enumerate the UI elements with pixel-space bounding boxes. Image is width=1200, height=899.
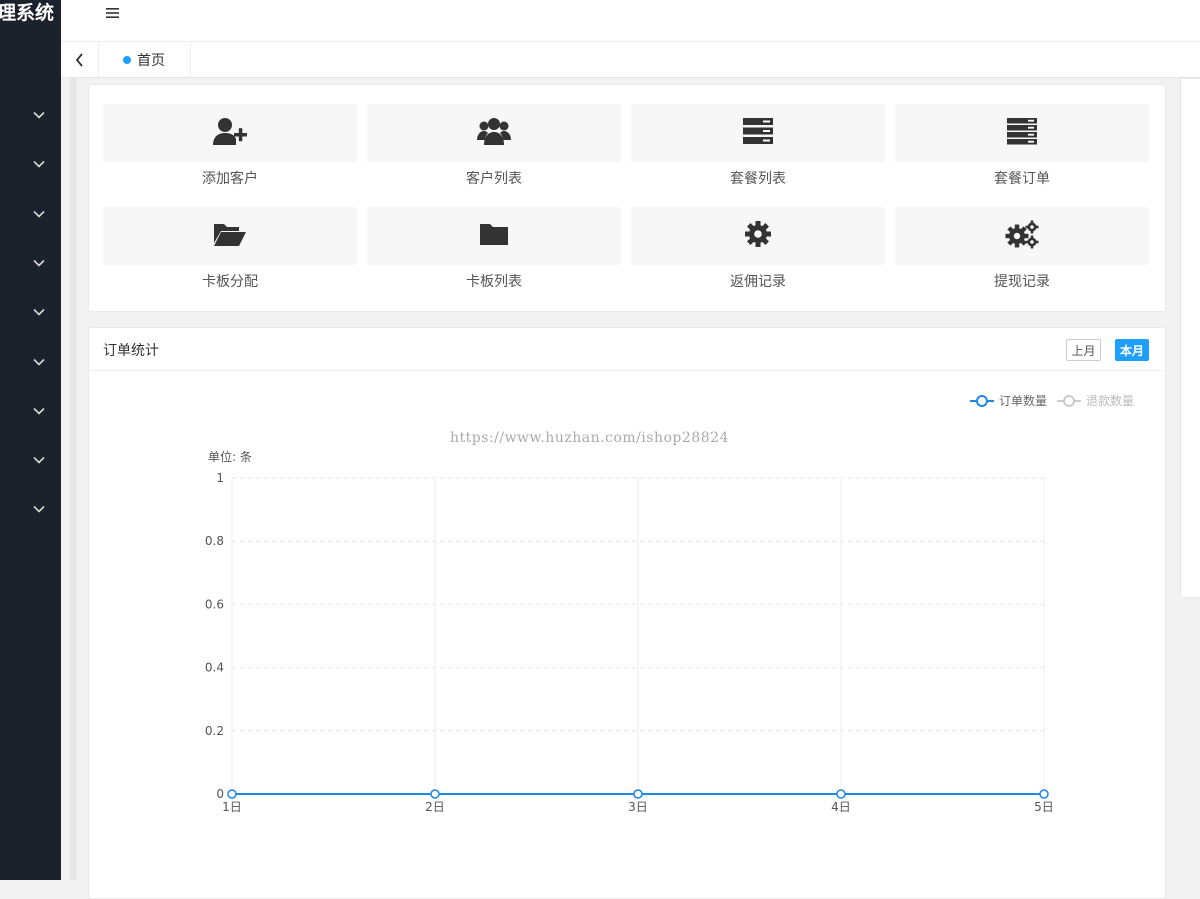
shortcut-2[interactable]: 客户列表 [367, 104, 621, 204]
sidebar-item-8[interactable] [0, 445, 61, 475]
tab-home-label: 首页 [137, 52, 165, 69]
data-point[interactable] [633, 789, 643, 799]
shortcut-tile[interactable] [103, 207, 357, 265]
data-point[interactable] [227, 789, 237, 799]
data-point[interactable] [1039, 789, 1049, 799]
tabs-bar: 首页 [61, 42, 1200, 78]
grid [231, 477, 1045, 794]
folder-icon [479, 221, 509, 251]
shortcut-5[interactable]: 卡板分配 [103, 207, 357, 307]
sidebar-item-7[interactable] [0, 396, 61, 426]
chevron-down-icon [32, 407, 45, 415]
app-title: 理系统 [0, 2, 55, 24]
shortcut-3[interactable]: 套餐列表 [631, 104, 885, 204]
this-month-button[interactable]: 本月 [1115, 339, 1149, 361]
shortcut-label: 返佣记录 [730, 274, 786, 290]
data-point[interactable] [836, 789, 846, 799]
sidebar-item-3[interactable] [0, 199, 61, 229]
sidebar-item-2[interactable] [0, 149, 61, 179]
right-side-panel [1180, 78, 1200, 598]
shortcut-tile[interactable] [103, 104, 357, 162]
x-tick-label: 4日 [831, 800, 851, 814]
shortcut-1[interactable]: 添加客户 [103, 104, 357, 204]
shortcut-label: 套餐订单 [994, 171, 1050, 187]
server-stack-icon [1006, 117, 1038, 149]
shortcut-label: 提现记录 [994, 274, 1050, 290]
chevron-down-icon [32, 505, 45, 513]
last-month-button[interactable]: 上月 [1066, 339, 1101, 361]
gears-icon [1005, 219, 1039, 253]
menu-toggle-button[interactable] [104, 4, 122, 22]
chevron-down-icon [32, 456, 45, 464]
user-plus-icon [212, 116, 248, 150]
y-tick-label: 1 [216, 471, 224, 485]
gear-icon [744, 220, 772, 252]
x-tick-label: 5日 [1034, 800, 1054, 814]
y-tick-label: 0 [216, 787, 224, 801]
chevron-left-icon [75, 52, 83, 67]
content-scroll-bar[interactable] [70, 78, 77, 880]
shortcut-label: 添加客户 [202, 171, 258, 187]
y-tick-label: 0.2 [205, 724, 224, 738]
shortcut-label: 卡板分配 [202, 274, 258, 290]
shortcut-tile[interactable] [367, 207, 621, 265]
shortcut-7[interactable]: 返佣记录 [631, 207, 885, 307]
shortcut-tile[interactable] [631, 207, 885, 265]
chevron-down-icon [32, 259, 45, 267]
shortcut-tile[interactable] [367, 104, 621, 162]
top-header [61, 0, 1200, 42]
x-tick-label: 2日 [425, 800, 445, 814]
x-tick-label: 3日 [628, 800, 648, 814]
active-dot-icon [123, 55, 131, 64]
shortcut-6[interactable]: 卡板列表 [367, 207, 621, 307]
order-line-chart: 单位: 条 0 0.2 0.4 0.6 0.8 1 1日 2日 3日 4日 5日 [205, 449, 1054, 814]
y-tick-label: 0.8 [205, 534, 224, 548]
shortcut-tile[interactable] [631, 104, 885, 162]
chevron-down-icon [32, 210, 45, 218]
tabs-back-button[interactable] [61, 42, 99, 77]
sidebar-item-9[interactable] [0, 494, 61, 524]
y-unit-label: 单位: 条 [208, 449, 252, 464]
series-订单数量 [227, 789, 1049, 799]
shortcut-tile[interactable] [895, 104, 1149, 162]
y-tick-label: 0.4 [205, 661, 224, 675]
data-point[interactable] [430, 789, 440, 799]
tab-home[interactable]: 首页 [98, 42, 191, 77]
hamburger-icon [106, 8, 119, 18]
legend-label: 退款数量 [1086, 394, 1135, 408]
x-tick-label: 1日 [222, 800, 242, 814]
shortcut-label: 套餐列表 [730, 171, 786, 187]
chevron-down-icon [32, 111, 45, 119]
sidebar-item-1[interactable] [0, 100, 61, 130]
sidebar-item-5[interactable] [0, 297, 61, 327]
shortcuts-card: 添加客户 客户列表 套餐列表 套餐订单卡板分配 卡板列表 返佣记录 提现记录 [88, 84, 1166, 312]
shortcut-label: 客户列表 [466, 171, 522, 187]
order-stats-title: 订单统计 [103, 343, 159, 359]
sidebar: 理系统 [0, 0, 61, 880]
chevron-down-icon [32, 160, 45, 168]
sidebar-item-4[interactable] [0, 248, 61, 278]
y-tick-label: 0.6 [205, 597, 224, 611]
shortcut-label: 卡板列表 [466, 274, 522, 290]
shortcut-4[interactable]: 套餐订单 [895, 104, 1149, 204]
server-icon [742, 117, 774, 149]
shortcut-tile[interactable] [895, 207, 1149, 265]
users-icon [477, 116, 511, 150]
sidebar-item-6[interactable] [0, 347, 61, 377]
folder-open-icon [213, 221, 247, 251]
chevron-down-icon [32, 358, 45, 366]
chevron-down-icon [32, 308, 45, 316]
shortcut-8[interactable]: 提现记录 [895, 207, 1149, 307]
